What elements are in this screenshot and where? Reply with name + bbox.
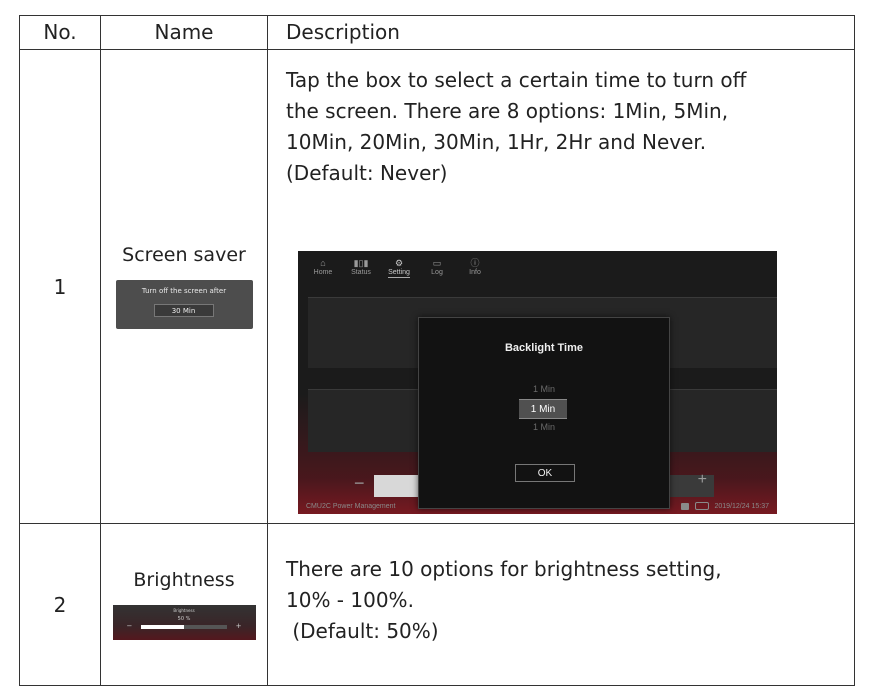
home-icon: ⌂ [320, 258, 326, 268]
row-description: There are 10 options for brightness sett… [268, 524, 854, 647]
description-line: There are 10 options for brightness sett… [286, 557, 722, 581]
minus-icon: − [354, 473, 365, 493]
row-description-cell: Tap the box to select a certain time to … [268, 50, 854, 523]
brightness-thumbnail: Brightness 50 % − + [112, 605, 256, 640]
screen-footer-brand: CMU2C Power Management [306, 503, 396, 510]
picker-option-next: 1 Min [532, 422, 555, 432]
header-no-cell: No. [20, 16, 101, 49]
table-row: 2 Brightness Brightness 50 % − + There a… [20, 524, 854, 685]
description-line: the screen. There are 8 options: 1Min, 5… [286, 99, 729, 123]
nav-label: Home [313, 269, 333, 276]
spec-table: No. Name Description 1 Screen saver Turn… [19, 15, 855, 686]
row-name: Screen saver [122, 244, 246, 266]
nav-info: ⓘ Info [456, 257, 494, 276]
screen-footer-status: 2019/12/24 15:37 [680, 502, 770, 510]
minus-icon: − [126, 622, 133, 630]
header-name-cell: Name [101, 16, 268, 49]
plus-icon: + [235, 622, 242, 630]
nav-setting: ⚙ Setting [380, 257, 418, 278]
description-line: (Default: 50%) [286, 619, 439, 643]
row-description: Tap the box to select a certain time to … [268, 50, 854, 189]
brightness-track [140, 625, 227, 629]
backlight-time-screenshot: ⌂ Home ▮▯▮ Status ⚙ Setting ▭ Log ⓘ Info… [298, 251, 777, 514]
thumbnail-value: 50 % [177, 616, 191, 622]
folder-icon: ▭ [432, 258, 442, 268]
description-line: 10% - 100%. [286, 588, 414, 612]
header-description: Description [286, 20, 400, 44]
row-number: 1 [53, 274, 67, 299]
description-line: 10Min, 20Min, 30Min, 1Hr, 2Hr and Never. [286, 130, 707, 154]
battery-icon [694, 502, 709, 510]
row-number-cell: 2 [20, 524, 101, 685]
row-name: Brightness [133, 569, 235, 591]
row-name-cell: Brightness Brightness 50 % − + [101, 524, 268, 685]
header-no: No. [43, 20, 77, 44]
table-header-row: No. Name Description [20, 16, 854, 50]
nav-label: Status [351, 269, 371, 276]
ok-button: OK [515, 464, 575, 482]
picker-option-selected: 1 Min [519, 399, 567, 419]
sd-card-icon [680, 502, 689, 510]
nav-label: Info [469, 269, 481, 276]
thumbnail-title: Brightness [173, 608, 195, 613]
brightness-fill [140, 625, 184, 629]
screen-datetime: 2019/12/24 15:37 [714, 502, 770, 510]
info-icon: ⓘ [470, 258, 480, 268]
thumbnail-value-box: 30 Min [153, 304, 214, 317]
description-line: (Default: Never) [286, 161, 448, 185]
table-row: 1 Screen saver Turn off the screen after… [20, 50, 854, 524]
backlight-time-dialog: Backlight Time 1 Min 1 Min 1 Min OK [418, 317, 670, 509]
row-number: 2 [53, 592, 67, 617]
picker-option-prev: 1 Min [532, 384, 555, 394]
header-name: Name [154, 20, 214, 44]
screen-nav-bar: ⌂ Home ▮▯▮ Status ⚙ Setting ▭ Log ⓘ Info [304, 257, 494, 278]
description-line: Tap the box to select a certain time to … [286, 68, 747, 92]
screen-saver-thumbnail: Turn off the screen after 30 Min [115, 280, 253, 329]
nav-log: ▭ Log [418, 257, 456, 276]
bar-chart-icon: ▮▯▮ [353, 258, 369, 268]
gear-icon: ⚙ [394, 258, 404, 268]
nav-home: ⌂ Home [304, 257, 342, 276]
nav-label: Setting [388, 269, 410, 278]
header-description-cell: Description [268, 16, 854, 49]
row-number-cell: 1 [20, 50, 101, 523]
nav-label: Log [431, 269, 443, 276]
plus-icon: + [697, 471, 707, 488]
thumbnail-title: Turn off the screen after [141, 287, 227, 295]
row-description-cell: There are 10 options for brightness sett… [268, 524, 854, 685]
row-name-cell: Screen saver Turn off the screen after 3… [101, 50, 268, 523]
nav-status: ▮▯▮ Status [342, 257, 380, 276]
dialog-title: Backlight Time [504, 342, 584, 354]
